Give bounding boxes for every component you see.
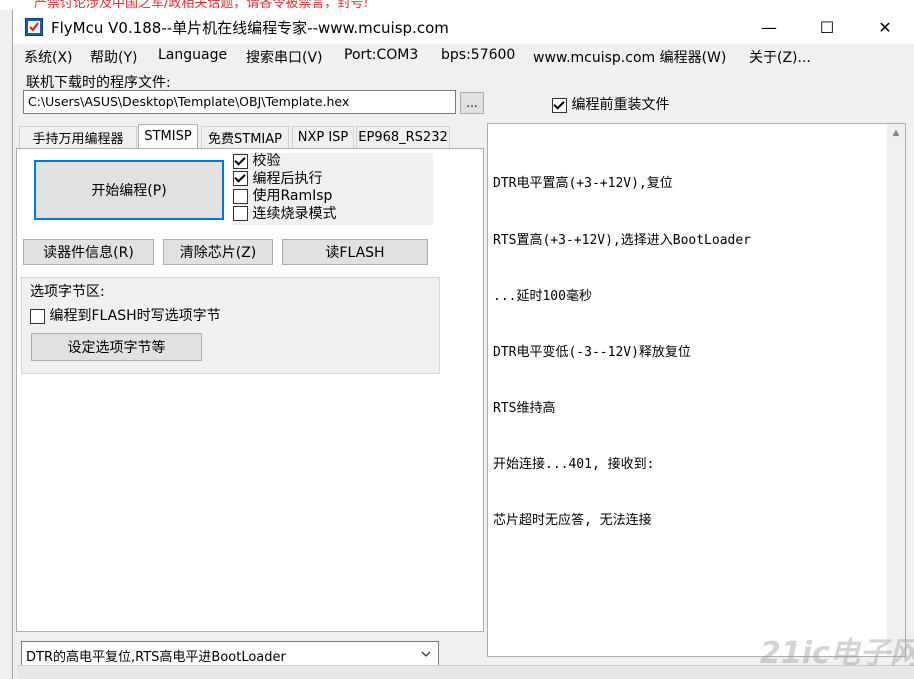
log-scrollbar[interactable]: ▲ [887,124,905,656]
maximize-button[interactable]: ☐ [798,10,856,44]
reset-mode-value: DTR的高电平复位,RTS高电平进BootLoader [26,650,286,665]
log-line: 芯片超时无应答, 无法连接 [493,513,652,529]
option-verify[interactable]: 校验 [233,153,433,171]
write-option-bytes-checkbox[interactable] [30,308,45,324]
app-icon [25,18,43,36]
run-after-checkbox[interactable] [233,171,248,186]
continuous-label: 连续烧录模式 [252,205,337,222]
write-option-bytes[interactable]: 编程到FLASH时写选项字节 [30,305,221,325]
file-label: 联机下载时的程序文件: [26,75,171,91]
log-line: DTR电平置高(+3-+12V),复位 [493,176,673,192]
scroll-up-arrow-icon[interactable]: ▲ [887,124,905,142]
file-path-input[interactable]: C:\Users\ASUS\Desktop\Template\OBJ\Templ… [23,90,456,114]
log-panel[interactable]: DTR电平置高(+3-+12V),复位 RTS置高(+3-+12V),选择进入B… [487,123,906,657]
log-line: RTS维持高 [493,400,556,416]
tab-stmiap[interactable]: 免费STMIAP [201,126,289,148]
option-continuous[interactable]: 连续烧录模式 [233,206,433,224]
menu-bps[interactable]: bps:57600 [441,47,515,63]
tab-ep968[interactable]: EP968_RS232 [356,126,450,148]
set-option-bytes-button[interactable]: 设定选项字节等 [31,333,202,361]
log-line: RTS置高(+3-+12V),选择进入BootLoader [493,232,752,248]
menu-system[interactable]: 系统(X) [24,47,73,67]
title-bar: FlyMcu V0.188--单片机在线编程专家--www.mcuisp.com… [13,10,914,44]
left-panel: 手持万用编程器 STMISP 免费STMIAP NXP ISP EP968_RS… [16,124,484,674]
menu-help[interactable]: 帮助(Y) [90,47,137,67]
verify-checkbox[interactable] [233,153,248,169]
background-text: 严禁讨论涉及中国之军/政相关话题，请各令被禁言，封号! [34,0,369,10]
log-output: DTR电平置高(+3-+12V),复位 RTS置高(+3-+12V),选择进入B… [493,138,751,568]
option-ramisp[interactable]: 使用RamIsp [233,188,433,206]
erase-chip-button[interactable]: 清除芯片(Z) [163,239,273,265]
read-flash-button[interactable]: 读FLASH [282,239,428,265]
menu-programmer[interactable]: www.mcuisp.com 编程器(W) [533,47,726,67]
option-run-after[interactable]: 编程后执行 [233,171,433,189]
read-info-button[interactable]: 读器件信息(R) [23,239,154,265]
ramisp-checkbox[interactable] [233,188,248,204]
log-line: 开始连接...401, 接收到: [493,456,655,472]
reload-checkbox[interactable] [552,97,567,113]
reset-mode-select[interactable]: DTR的高电平复位,RTS高电平进BootLoader [21,641,439,667]
log-line: ...延时100毫秒 [493,288,592,304]
background-page: 严禁讨论涉及中国之军/政相关话题，请各令被禁言，封号! [0,0,914,10]
start-programming-button[interactable]: 开始编程(P) [34,160,224,220]
menu-language[interactable]: Language [158,47,227,63]
log-line: DTR电平变低(-3--12V)释放复位 [493,344,691,360]
tab-nxp-isp[interactable]: NXP ISP [292,126,354,148]
tab-handheld[interactable]: 手持万用编程器 [19,126,137,148]
tab-stmisp[interactable]: STMISP [138,124,198,148]
verify-label: 校验 [252,153,281,169]
tab-strip: 手持万用编程器 STMISP 免费STMIAP NXP ISP EP968_RS… [16,124,484,150]
program-options: 校验 编程后执行 使用RamIsp 连续烧录模式 [233,153,433,225]
write-option-bytes-label: 编程到FLASH时写选项字节 [49,308,221,324]
stmisp-page: 开始编程(P) 校验 编程后执行 使用RamIsp 连续烧录模式 读器件信息(R… [16,148,484,632]
close-button[interactable]: ✕ [856,10,914,44]
reload-file-option[interactable]: 编程前重装文件 [552,94,669,114]
option-bytes-legend: 选项字节区: [30,284,105,300]
menu-bar: 系统(X) 帮助(Y) Language 搜索串口(V) Port:COM3 b… [13,47,914,69]
continuous-checkbox[interactable] [233,206,248,221]
menu-port[interactable]: Port:COM3 [344,47,418,63]
watermark: 21ic电子网 [760,636,914,671]
minimize-button[interactable]: — [740,10,798,44]
menu-about[interactable]: 关于(Z)... [749,47,811,67]
flymcu-window: FlyMcu V0.188--单片机在线编程专家--www.mcuisp.com… [12,10,914,679]
ramisp-label: 使用RamIsp [252,188,333,204]
reload-label: 编程前重装文件 [571,97,670,113]
run-after-label: 编程后执行 [252,170,323,187]
window-title: FlyMcu V0.188--单片机在线编程专家--www.mcuisp.com [51,19,449,37]
chevron-down-icon[interactable] [414,642,438,666]
option-bytes-group: 选项字节区: 编程到FLASH时写选项字节 设定选项字节等 [21,277,440,374]
menu-search-port[interactable]: 搜索串口(V) [246,47,323,67]
browse-button[interactable]: ... [460,92,484,114]
